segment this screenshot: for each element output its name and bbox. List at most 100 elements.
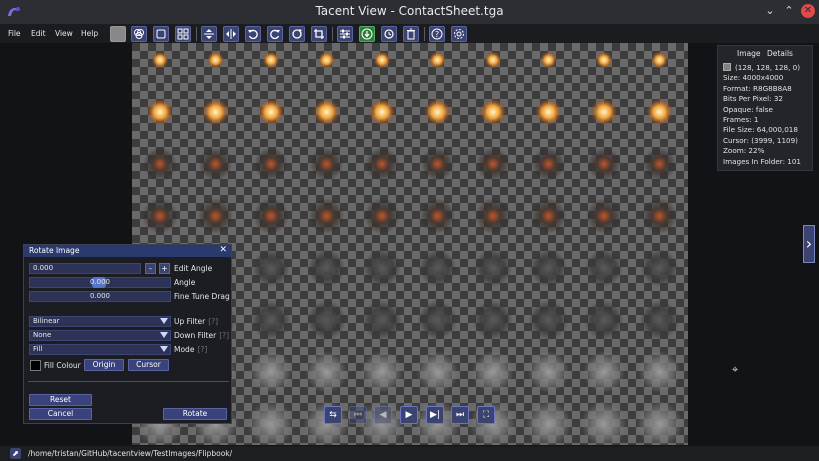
minimize-icon[interactable]: ⌄	[763, 4, 777, 18]
reset-button[interactable]: Reset	[29, 394, 92, 406]
rotate-cw-icon[interactable]	[267, 26, 283, 42]
rotate-free-icon[interactable]	[289, 26, 305, 42]
rotate-button[interactable]: Rotate	[163, 408, 227, 420]
tab-details[interactable]: Details	[767, 49, 793, 58]
sprite-frame	[363, 249, 401, 287]
pin-icon[interactable]: ⬈	[10, 448, 21, 459]
sprite-frame	[206, 51, 225, 69]
sprite-frame	[428, 51, 447, 69]
info-tabs: Image Details	[718, 49, 812, 58]
chevron-down-icon	[160, 318, 168, 324]
refresh-icon[interactable]	[381, 26, 397, 42]
sprite-frame	[416, 351, 459, 393]
tile-icon[interactable]	[153, 26, 169, 42]
sprite-frame	[595, 51, 613, 69]
dialog-close-icon[interactable]: ✕	[219, 245, 227, 255]
content-view-icon[interactable]	[175, 26, 191, 42]
fullscreen-icon[interactable]: ⛶	[477, 406, 495, 424]
help-icon[interactable]: ?	[429, 26, 445, 42]
info-cursor: Cursor: (3999, 1109)	[723, 135, 798, 145]
down-filter-value: None	[33, 331, 52, 339]
increment-button[interactable]: +	[159, 263, 170, 274]
decrement-button[interactable]: -	[145, 263, 156, 274]
info-zoom: Zoom: 22%	[723, 146, 765, 156]
mode-label: Mode	[174, 345, 195, 354]
sprite-frame	[361, 351, 403, 393]
menu-edit[interactable]: Edit	[31, 29, 46, 38]
sprite-frame	[151, 51, 169, 69]
next-image-tab[interactable]: ›	[803, 225, 815, 263]
sprite-frame	[419, 198, 456, 234]
dialog-title-bar[interactable]: Rotate Image ✕	[24, 245, 231, 257]
fill-colour-label: Fill Colour	[44, 361, 81, 370]
info-format: Format: R8G8B8A8	[723, 83, 792, 93]
channels-icon[interactable]	[131, 26, 147, 42]
skip-back-icon[interactable]: ⏮	[349, 406, 367, 424]
sprite-frame	[585, 249, 623, 287]
menu-help[interactable]: Help	[81, 29, 98, 38]
sprite-frame	[641, 198, 678, 234]
down-filter-label: Down Filter	[174, 331, 217, 340]
tab-image[interactable]: Image	[737, 49, 761, 58]
edit-angle-input[interactable]: 0.000	[29, 263, 141, 274]
dialog-title: Rotate Image	[29, 246, 80, 255]
maximize-icon[interactable]: ⌃	[782, 4, 796, 18]
cancel-button[interactable]: Cancel	[29, 408, 92, 420]
play-icon[interactable]: ▶	[400, 406, 418, 424]
mode-value: Fill	[33, 345, 43, 353]
help-hint[interactable]: [?]	[197, 345, 207, 354]
info-images-in-folder: Images In Folder: 101	[723, 156, 802, 166]
origin-button[interactable]: Origin	[84, 359, 124, 371]
sprite-frame	[201, 98, 230, 126]
fill-colour-swatch[interactable]	[30, 360, 41, 371]
flip-horizontal-icon[interactable]	[223, 26, 239, 42]
info-size: Size: 4000x4000	[723, 73, 784, 83]
crosshair-cursor-icon: ⌖	[732, 363, 739, 376]
mode-select[interactable]: Fill	[29, 344, 171, 355]
up-filter-select[interactable]: Bilinear	[29, 316, 171, 327]
info-frames: Frames: 1	[723, 115, 759, 125]
skip-forward-icon[interactable]: ⏭	[451, 406, 469, 424]
angle-value: 0.000	[89, 278, 111, 286]
sprite-frame	[528, 300, 569, 340]
angle-slider[interactable]: 0.000	[29, 277, 171, 288]
help-hint[interactable]: [?]	[208, 317, 218, 326]
sprite-frame	[639, 300, 680, 340]
sprite-frame	[143, 147, 177, 181]
sprite-frame	[581, 401, 627, 445]
title-bar: Tacent View - ContactSheet.tga ⌄ ⌃ ✕	[0, 0, 819, 24]
sprite-frame	[373, 51, 391, 69]
sprite-frame	[308, 198, 345, 234]
sprite-frame	[525, 401, 572, 445]
down-filter-select[interactable]: None	[29, 330, 171, 341]
adjust-icon[interactable]	[337, 26, 353, 42]
menu-file[interactable]: File	[8, 29, 21, 38]
toolbar-divider	[424, 27, 425, 41]
down-filter-label-row: Down Filter [?]	[174, 331, 229, 340]
color-swatch-icon[interactable]	[110, 26, 126, 42]
save-icon[interactable]	[359, 26, 375, 42]
step-forward-icon[interactable]: ▶|	[426, 406, 444, 424]
loop-icon[interactable]: ⇆	[324, 406, 342, 424]
menu-bar: File Edit View Help ?	[0, 24, 819, 43]
info-bpp: Bits Per Pixel: 32	[723, 94, 783, 104]
flip-vertical-icon[interactable]	[201, 26, 217, 42]
settings-icon[interactable]	[451, 26, 467, 42]
help-hint[interactable]: [?]	[219, 331, 229, 340]
sprite-frame	[365, 147, 399, 181]
sprite-frame	[475, 198, 511, 234]
cursor-button[interactable]: Cursor	[128, 359, 169, 371]
sprite-frame	[534, 98, 563, 126]
up-filter-label-row: Up Filter [?]	[174, 317, 218, 326]
fine-tune-drag-input[interactable]: 0.000	[29, 291, 171, 302]
delete-icon[interactable]	[403, 26, 419, 42]
step-back-icon[interactable]: ◀	[374, 406, 392, 424]
mode-label-row: Mode [?]	[174, 345, 207, 354]
rotate-ccw-icon[interactable]	[245, 26, 261, 42]
crop-icon[interactable]	[311, 26, 327, 42]
sprite-frame	[472, 351, 514, 393]
menu-view[interactable]: View	[55, 29, 73, 38]
close-window-icon[interactable]: ✕	[801, 4, 815, 18]
sprite-frame	[248, 401, 294, 445]
pixel-color-swatch	[723, 63, 731, 71]
